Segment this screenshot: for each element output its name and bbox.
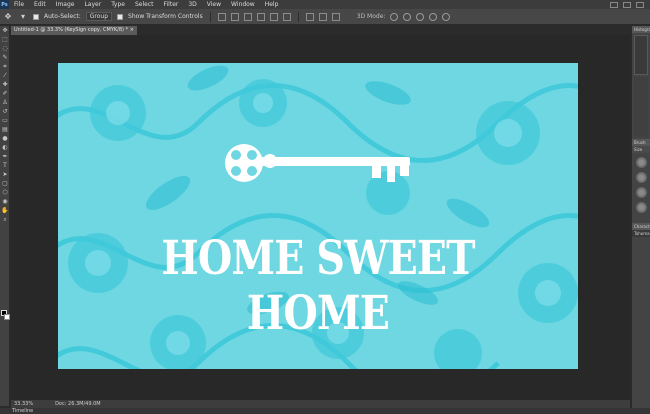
document-size-info: Doc: 26.3M/49.0M bbox=[55, 401, 101, 407]
close-window-button[interactable] bbox=[636, 1, 644, 8]
document-tab-title: Untitled-1 @ 33.3% (KeySign copy, CMYK/8… bbox=[14, 27, 129, 33]
tools-panel: ✥ ⬚ ◌ ✎ ⌗ ⁄ ✚ ✐ ♙ ↺ ▭ ▤ ● ◐ ✒ T ➤ ▢ ⬡ ◉ … bbox=[0, 26, 10, 406]
auto-select-label: Auto-Select: bbox=[44, 13, 81, 20]
document-workspace: HOME SWEET HOME bbox=[11, 35, 630, 400]
3d-scale-icon[interactable] bbox=[442, 12, 451, 21]
pen-tool-icon[interactable]: ✒ bbox=[0, 152, 10, 161]
brush-size-label: Size bbox=[632, 146, 650, 153]
3d-camera-tool-icon[interactable]: ◉ bbox=[0, 197, 10, 206]
history-brush-tool-icon[interactable]: ↺ bbox=[0, 107, 10, 116]
photoshop-logo: Ps bbox=[0, 0, 9, 9]
eyedropper-tool-icon[interactable]: ⁄ bbox=[0, 71, 10, 80]
show-transform-checkbox[interactable] bbox=[117, 13, 124, 20]
brush-tool-icon[interactable]: ✐ bbox=[0, 89, 10, 98]
menu-filter[interactable]: Filter bbox=[159, 0, 184, 9]
distribute-center-icon[interactable] bbox=[318, 12, 327, 21]
background-color-swatch[interactable] bbox=[4, 314, 10, 320]
menu-type[interactable]: Type bbox=[106, 0, 130, 9]
distribute-bottom-icon[interactable] bbox=[331, 12, 340, 21]
align-vcenter-icon[interactable] bbox=[230, 12, 239, 21]
close-icon[interactable]: × bbox=[130, 26, 134, 35]
minimize-button[interactable] bbox=[610, 1, 618, 8]
lasso-tool-icon[interactable]: ◌ bbox=[0, 44, 10, 53]
menu-image[interactable]: Image bbox=[51, 0, 80, 9]
right-panel-dock: Histogram Brush Size Character Tahoma bbox=[631, 26, 650, 408]
window-controls bbox=[610, 1, 650, 8]
dodge-tool-icon[interactable]: ◐ bbox=[0, 143, 10, 152]
maximize-button[interactable] bbox=[623, 1, 631, 8]
3d-tool-icon[interactable]: ⬡ bbox=[0, 188, 10, 197]
menu-window[interactable]: Window bbox=[226, 0, 260, 9]
hand-tool-icon[interactable]: ✋ bbox=[0, 206, 10, 215]
align-hcenter-icon[interactable] bbox=[269, 12, 278, 21]
menu-bar: Ps File Edit Image Layer Type Select Fil… bbox=[0, 0, 650, 9]
show-transform-label: Show Transform Controls bbox=[128, 13, 203, 20]
crop-tool-icon[interactable]: ⌗ bbox=[0, 62, 10, 71]
chevron-down-icon[interactable]: ▾ bbox=[18, 12, 28, 22]
3d-roll-icon[interactable] bbox=[403, 12, 412, 21]
histogram-graph bbox=[634, 35, 648, 75]
separator bbox=[209, 11, 211, 22]
brush-panel-tab[interactable]: Brush bbox=[632, 139, 650, 146]
menu-help[interactable]: Help bbox=[260, 0, 284, 9]
status-bar: 33.33% Doc: 26.3M/49.0M bbox=[11, 400, 630, 408]
brush-preset-icon[interactable] bbox=[635, 172, 647, 183]
3d-pan-icon[interactable] bbox=[416, 12, 425, 21]
gradient-tool-icon[interactable]: ▤ bbox=[0, 125, 10, 134]
brush-preset-icon[interactable] bbox=[635, 157, 647, 168]
document-tab[interactable]: Untitled-1 @ 33.3% (KeySign copy, CMYK/8… bbox=[11, 26, 137, 35]
menu-select[interactable]: Select bbox=[130, 0, 159, 9]
blur-tool-icon[interactable]: ● bbox=[0, 134, 10, 143]
menu-layer[interactable]: Layer bbox=[79, 0, 106, 9]
3d-slide-icon[interactable] bbox=[429, 12, 438, 21]
font-family-field[interactable]: Tahoma bbox=[632, 230, 650, 237]
character-panel-tab[interactable]: Character bbox=[632, 223, 650, 230]
clone-stamp-tool-icon[interactable]: ♙ bbox=[0, 98, 10, 107]
zoom-level[interactable]: 33.33% bbox=[14, 401, 33, 407]
type-tool-icon[interactable]: T bbox=[0, 161, 10, 170]
eraser-tool-icon[interactable]: ▭ bbox=[0, 116, 10, 125]
zoom-tool-icon[interactable]: ⌕ bbox=[0, 215, 10, 224]
separator bbox=[297, 11, 299, 22]
auto-select-dropdown[interactable]: Group bbox=[85, 12, 113, 21]
canvas-title-text: HOME SWEET HOME bbox=[161, 231, 475, 341]
move-tool-icon[interactable]: ✥ bbox=[0, 26, 10, 35]
align-left-icon[interactable] bbox=[256, 12, 265, 21]
3d-rotate-icon[interactable] bbox=[390, 12, 399, 21]
quick-select-tool-icon[interactable]: ✎ bbox=[0, 53, 10, 62]
path-select-tool-icon[interactable]: ➤ bbox=[0, 170, 10, 179]
align-right-icon[interactable] bbox=[282, 12, 291, 21]
timeline-tab[interactable]: Timeline bbox=[0, 408, 650, 414]
options-bar: ✥ ▾ Auto-Select: Group Show Transform Co… bbox=[0, 9, 650, 25]
distribute-top-icon[interactable] bbox=[305, 12, 314, 21]
image-canvas[interactable]: HOME SWEET HOME bbox=[58, 63, 578, 369]
auto-select-checkbox[interactable] bbox=[33, 13, 39, 20]
marquee-tool-icon[interactable]: ⬚ bbox=[0, 35, 10, 44]
menu-view[interactable]: View bbox=[202, 0, 226, 9]
align-top-icon[interactable] bbox=[217, 12, 226, 21]
menu-edit[interactable]: Edit bbox=[29, 0, 51, 9]
histogram-panel-tab[interactable]: Histogram bbox=[632, 26, 650, 33]
menu-3d[interactable]: 3D bbox=[183, 0, 201, 9]
align-bottom-icon[interactable] bbox=[243, 12, 252, 21]
shape-tool-icon[interactable]: ▢ bbox=[0, 179, 10, 188]
brush-preset-icon[interactable] bbox=[635, 202, 647, 213]
move-tool-icon[interactable]: ✥ bbox=[3, 12, 13, 22]
panel-separator bbox=[634, 77, 648, 137]
brush-preset-icon[interactable] bbox=[635, 187, 647, 198]
menu-file[interactable]: File bbox=[9, 0, 29, 9]
3d-mode-label: 3D Mode: bbox=[356, 13, 386, 20]
key-graphic bbox=[225, 144, 410, 182]
healing-brush-tool-icon[interactable]: ✚ bbox=[0, 80, 10, 89]
